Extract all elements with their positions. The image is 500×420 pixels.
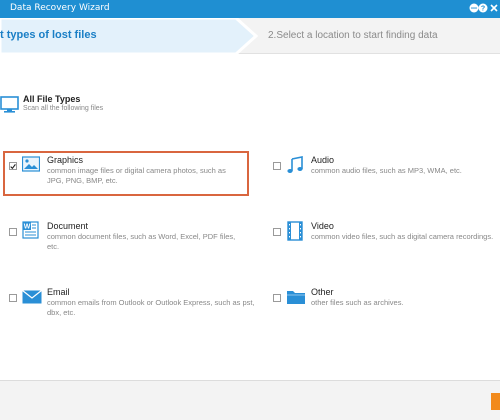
video-name: Video (311, 221, 334, 231)
word-document-icon: W (22, 221, 40, 239)
graphics-checkbox[interactable] (9, 162, 17, 170)
other-name: Other (311, 287, 334, 297)
document-checkbox[interactable] (9, 228, 17, 236)
email-name: Email (47, 287, 70, 297)
window-title: Data Recovery Wizard (10, 3, 110, 13)
audio-checkbox[interactable] (273, 162, 281, 170)
step-2-label: 2.Select a location to start finding dat… (268, 30, 438, 41)
folder-icon (286, 289, 305, 307)
step-1-label: t types of lost files (0, 29, 97, 41)
email-checkbox[interactable] (9, 294, 17, 302)
image-icon (21, 156, 41, 174)
graphics-name: Graphics (47, 155, 84, 165)
all-file-types-name: All File Types (23, 94, 81, 104)
envelope-icon (22, 290, 42, 308)
video-checkbox[interactable] (273, 228, 281, 236)
audio-name: Audio (311, 155, 335, 165)
close-icon[interactable] (488, 2, 500, 14)
video-description: common video files, such as digital came… (311, 232, 494, 241)
other-checkbox[interactable] (273, 294, 281, 302)
document-description: common document files, such as Word, Exc… (47, 232, 236, 251)
data-recovery-wizard-window: Data Recovery Wizard ? t types of lost f… (0, 0, 500, 420)
film-icon (286, 221, 304, 241)
scan-button[interactable] (491, 393, 500, 410)
svg-text:W: W (24, 224, 31, 231)
title-bar: Data Recovery Wizard ? (0, 0, 500, 18)
document-name: Document (47, 221, 89, 231)
step-1-active: t types of lost files (0, 18, 259, 54)
wizard-steps: t types of lost files 2.Select a locatio… (0, 18, 500, 54)
all-file-types-option[interactable]: All File Types Scan all the following fi… (0, 92, 200, 122)
other-description: other files such as archives. (311, 298, 404, 307)
music-note-icon (286, 156, 304, 174)
email-description: common emails from Outlook or Outlook Ex… (47, 298, 255, 317)
all-file-types-description: Scan all the following files (23, 105, 104, 112)
svg-text:?: ? (481, 6, 485, 13)
graphics-description: common image files or digital camera pho… (47, 166, 226, 185)
audio-description: common audio files, such as MP3, WMA, et… (311, 166, 462, 175)
footer-bar (0, 380, 500, 420)
monitor-icon (0, 96, 20, 119)
